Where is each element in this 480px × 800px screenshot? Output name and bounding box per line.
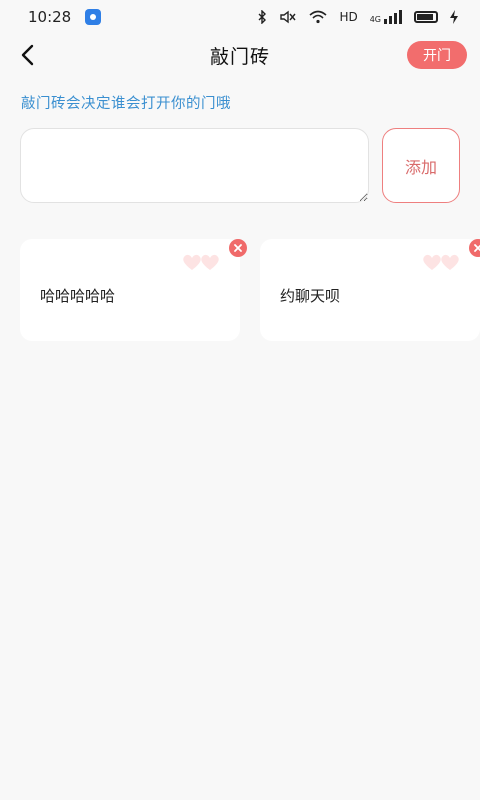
heart-icon — [183, 254, 201, 270]
status-time: 10:28 — [28, 8, 72, 26]
heart-icon — [423, 254, 441, 270]
back-arrow-icon — [21, 44, 34, 66]
brick-card-text: 约聊天呗 — [280, 287, 341, 305]
brick-input[interactable] — [20, 128, 369, 203]
wifi-icon — [309, 10, 327, 24]
back-button[interactable] — [10, 38, 44, 72]
close-icon — [234, 244, 242, 252]
open-door-button[interactable]: 开门 — [407, 41, 467, 69]
heart-decoration — [182, 253, 220, 271]
heart-icon — [441, 254, 459, 270]
status-left: 10:28 — [28, 8, 102, 26]
heart-icon — [201, 254, 219, 270]
charging-icon — [450, 10, 458, 24]
screen: 10:28 HD 4G 敲门砖 开门 敲门砖会决定谁会打开你的门哦 添加 哈哈哈… — [0, 0, 480, 800]
status-right: HD 4G — [257, 10, 458, 24]
mute-icon — [280, 10, 296, 24]
app-notification-icon — [85, 9, 102, 25]
page-title: 敲门砖 — [209, 45, 270, 68]
close-icon — [474, 244, 480, 252]
network-label: HD — [339, 10, 358, 24]
signal-label: 4G — [369, 15, 381, 24]
brick-card-text: 哈哈哈哈哈 — [40, 287, 116, 305]
hint-text: 敲门砖会决定谁会打开你的门哦 — [21, 96, 231, 112]
remove-button[interactable] — [229, 239, 247, 257]
brick-card[interactable]: 哈哈哈哈哈 — [20, 239, 247, 341]
brick-card[interactable]: 约聊天呗 — [260, 239, 480, 341]
status-bar: 10:28 HD 4G — [0, 0, 480, 34]
add-button[interactable]: 添加 — [382, 128, 460, 203]
bluetooth-icon — [258, 10, 267, 24]
battery-icon — [414, 11, 438, 23]
remove-button[interactable] — [469, 239, 480, 257]
cell-signal-icon: 4G — [370, 10, 402, 24]
nav-bar: 敲门砖 开门 — [0, 34, 480, 76]
heart-decoration — [422, 253, 460, 271]
